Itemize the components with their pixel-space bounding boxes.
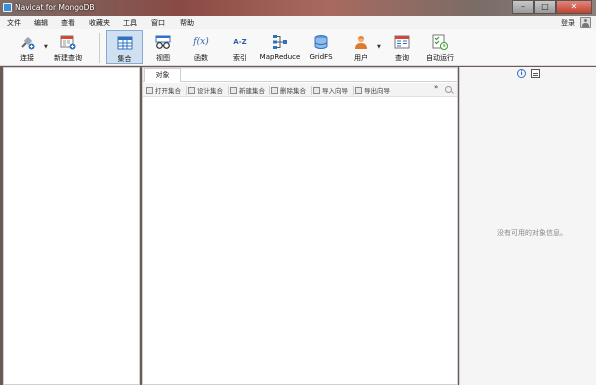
design-collection-icon <box>188 87 195 94</box>
tab-objects[interactable]: 对象 <box>144 68 181 82</box>
toolbar-mapreduce[interactable]: MapReduce <box>259 30 301 64</box>
toolbar-divider <box>99 33 100 63</box>
new-collection-icon <box>230 87 237 94</box>
automation-icon <box>432 34 448 50</box>
index-icon: A-Z <box>233 38 247 46</box>
menu-file[interactable]: 文件 <box>7 18 21 28</box>
no-object-info-message: 没有可用的对象信息。 <box>497 229 567 237</box>
collection-icon <box>117 36 132 50</box>
object-toolbar: 打开集合 设计集合 新建集合 删除集合 导入向导 导出向导 » <box>143 83 457 97</box>
toolbar-user[interactable]: 用户 <box>344 30 378 64</box>
mapreduce-icon <box>273 35 287 49</box>
main-toolbar: 连接 ▼ 新建查询 集合 视图 f(x) 函数 A-Z 索引 MapReduce… <box>0 29 596 66</box>
toolbar-function[interactable]: f(x) 函数 <box>184 30 218 64</box>
toolbar-label: 连接 <box>20 54 34 62</box>
toolbar-divider <box>353 86 354 95</box>
design-collection-button[interactable]: 设计集合 <box>188 85 223 95</box>
close-button[interactable]: ✕ <box>556 0 592 14</box>
maximize-button[interactable]: □ <box>534 0 556 14</box>
design-collection-label: 设计集合 <box>197 87 223 95</box>
connection-tree-panel[interactable] <box>3 67 140 385</box>
delete-collection-button[interactable]: 删除集合 <box>271 85 306 95</box>
toolbar-label: MapReduce <box>259 53 301 61</box>
toolbar-gridfs[interactable]: GridFS <box>304 30 338 64</box>
export-wizard-label: 导出向导 <box>364 87 390 95</box>
toolbar-label: 视图 <box>156 54 170 62</box>
toolbar-label: 查询 <box>395 54 409 62</box>
menu-edit[interactable]: 编辑 <box>34 18 48 28</box>
toolbar-automation[interactable]: 自动运行 <box>423 30 457 64</box>
toolbar-index[interactable]: A-Z 索引 <box>223 30 257 64</box>
menu-window[interactable]: 窗口 <box>151 18 165 28</box>
open-collection-icon <box>146 87 153 94</box>
toolbar-label: 自动运行 <box>426 54 454 62</box>
user-dropdown-icon[interactable]: ▼ <box>377 44 381 50</box>
menu-help[interactable]: 帮助 <box>180 18 194 28</box>
toolbar-divider <box>186 86 187 95</box>
menu-bar: 文件 编辑 查看 收藏夹 工具 窗口 帮助 登录 <box>0 16 596 29</box>
toolbar-divider <box>311 86 312 95</box>
toolbar-connection[interactable]: 连接 <box>10 30 44 64</box>
toolbar-new-query[interactable]: 新建查询 <box>51 30 85 64</box>
import-wizard-icon <box>313 87 320 94</box>
login-link[interactable]: 登录 <box>561 18 575 28</box>
import-wizard-label: 导入向导 <box>322 87 348 95</box>
import-wizard-button[interactable]: 导入向导 <box>313 85 348 95</box>
gridfs-icon <box>314 35 328 49</box>
menu-tools[interactable]: 工具 <box>123 18 137 28</box>
object-info-panel: i 没有可用的对象信息。 <box>459 67 596 385</box>
more-actions-icon[interactable]: » <box>434 83 438 91</box>
minimize-button[interactable]: – <box>512 0 534 14</box>
toolbar-divider <box>228 86 229 95</box>
window-title: Navicat for MongoDB <box>15 3 95 12</box>
export-wizard-button[interactable]: 导出向导 <box>355 85 390 95</box>
open-collection-button[interactable]: 打开集合 <box>146 85 181 95</box>
toolbar-label: 索引 <box>233 54 247 62</box>
export-wizard-icon <box>355 87 362 94</box>
tab-bar: 对象 <box>143 68 457 82</box>
info-icon[interactable]: i <box>517 69 526 78</box>
toolbar-label: GridFS <box>309 53 333 61</box>
view-icon <box>155 35 171 49</box>
open-collection-label: 打开集合 <box>155 87 181 95</box>
search-icon[interactable] <box>445 86 452 93</box>
new-query-icon <box>60 35 76 50</box>
delete-collection-icon <box>271 87 278 94</box>
new-collection-button[interactable]: 新建集合 <box>230 85 265 95</box>
tab-strip-empty <box>181 69 457 81</box>
toolbar-view[interactable]: 视图 <box>146 30 180 64</box>
function-icon: f(x) <box>193 37 209 47</box>
connection-dropdown-icon[interactable]: ▼ <box>44 44 48 50</box>
toolbar-query[interactable]: 查询 <box>385 30 419 64</box>
user-avatar-icon[interactable] <box>580 17 591 28</box>
navicat-app-icon <box>3 3 12 12</box>
ddl-icon[interactable] <box>531 69 540 78</box>
toolbar-label: 用户 <box>354 54 368 62</box>
menu-view[interactable]: 查看 <box>61 18 75 28</box>
user-icon <box>355 35 367 49</box>
query-icon <box>394 35 410 49</box>
new-collection-label: 新建集合 <box>239 87 265 95</box>
window-controls: – □ ✕ <box>512 0 592 14</box>
object-panel: 对象 打开集合 设计集合 新建集合 删除集合 导入向导 导出向导 » <box>142 67 458 385</box>
toolbar-label: 新建查询 <box>54 54 82 62</box>
toolbar-collection[interactable]: 集合 <box>106 30 143 64</box>
title-bar: Navicat for MongoDB – □ ✕ <box>0 0 596 16</box>
connection-icon <box>21 37 35 50</box>
delete-collection-label: 删除集合 <box>280 87 306 95</box>
toolbar-label: 集合 <box>117 55 132 63</box>
toolbar-label: 函数 <box>194 54 208 62</box>
toolbar-divider <box>269 86 270 95</box>
menu-favorites[interactable]: 收藏夹 <box>89 18 110 28</box>
